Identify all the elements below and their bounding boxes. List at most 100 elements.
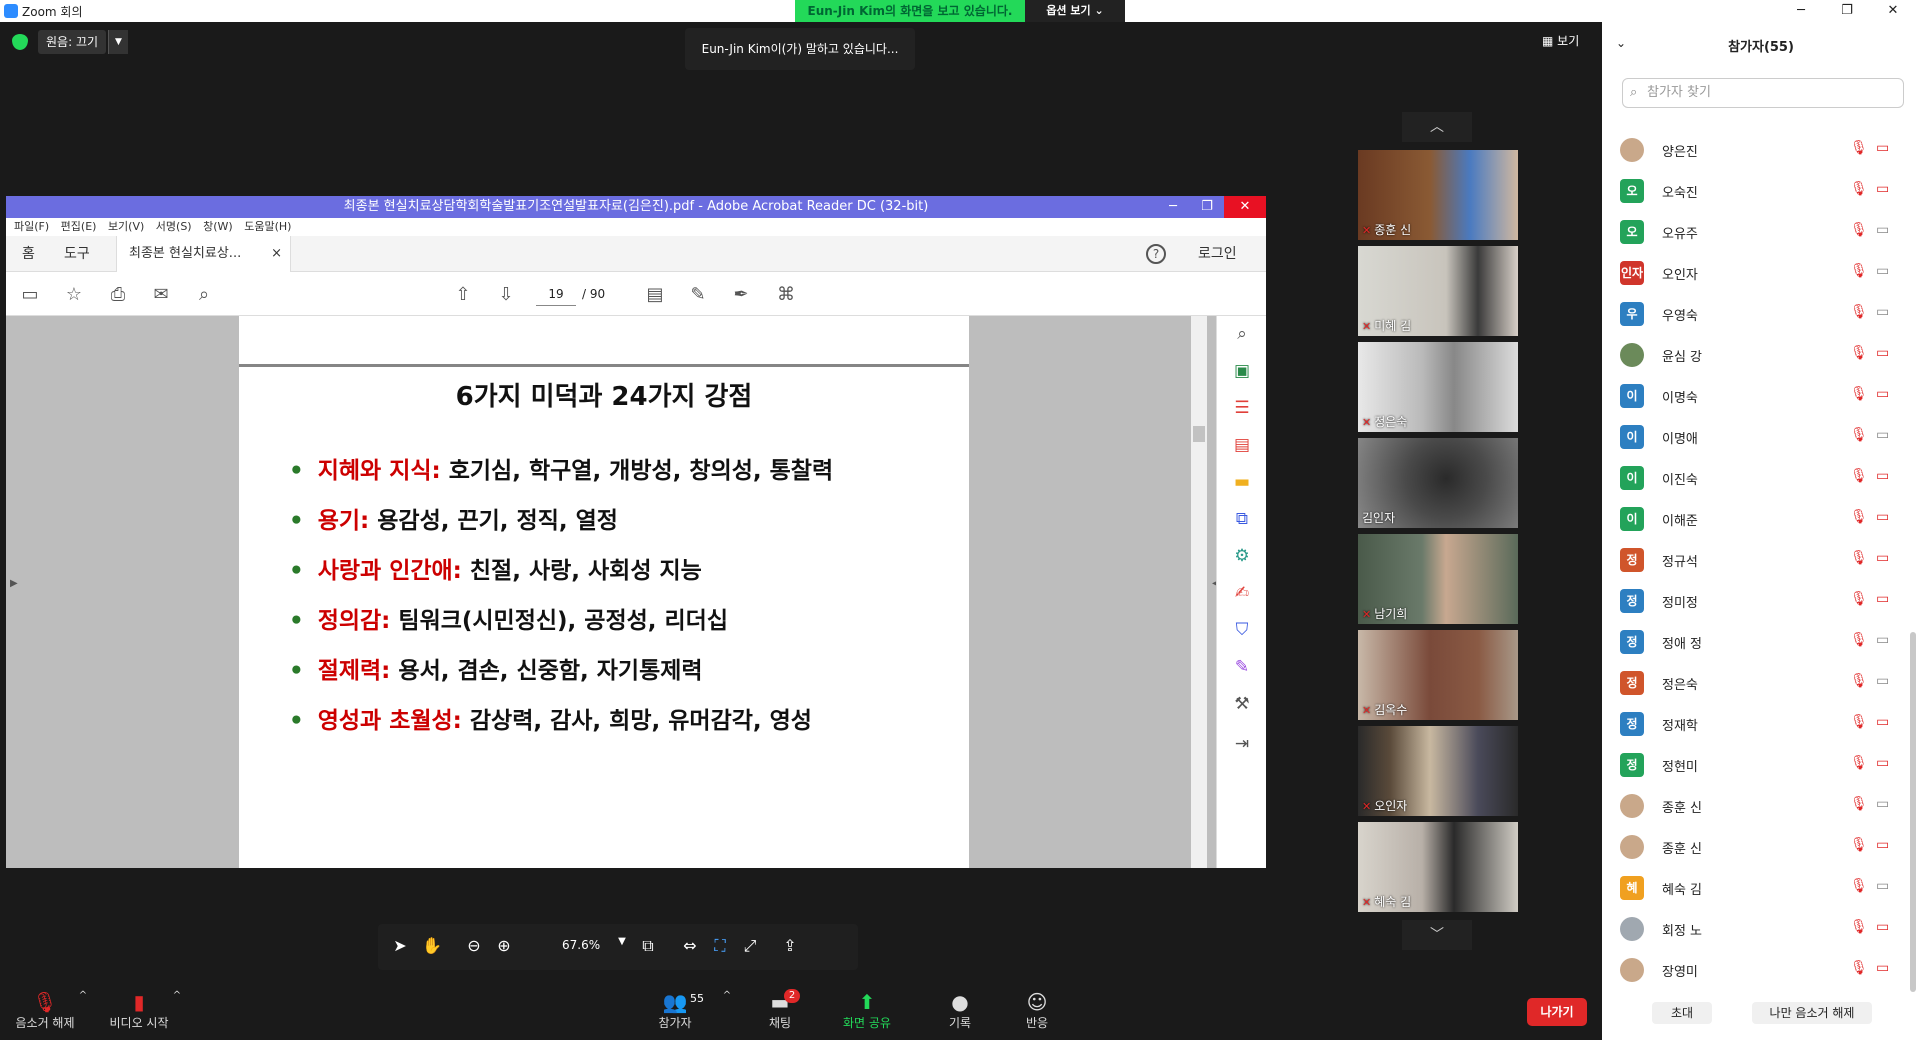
acrobat-close-icon[interactable]: ✕ bbox=[1224, 196, 1266, 218]
minimize-button[interactable]: ─ bbox=[1778, 0, 1824, 22]
video-tile[interactable]: ✕ 미혜 김 bbox=[1358, 246, 1518, 336]
menu-help[interactable]: 도움말(H) bbox=[244, 220, 291, 233]
comment-icon[interactable]: ▤ bbox=[643, 284, 667, 306]
tab-close-icon[interactable]: × bbox=[271, 236, 282, 272]
save-icon[interactable]: ▭ bbox=[18, 284, 42, 306]
acrobat-minimize-icon[interactable]: ─ bbox=[1156, 196, 1190, 218]
tab-tools[interactable]: 도구 bbox=[52, 236, 102, 272]
page-view-icon[interactable]: ⧉ bbox=[636, 936, 660, 958]
page-down-icon[interactable]: ⇩ bbox=[494, 284, 518, 306]
security-shield-icon[interactable] bbox=[12, 34, 28, 50]
login-button[interactable]: 로그인 bbox=[1186, 236, 1249, 272]
participant-row[interactable]: 이 이명숙 🎙 ▭ bbox=[1602, 376, 1902, 417]
participant-row[interactable]: 윤심 강 🎙 ▭ bbox=[1602, 335, 1902, 376]
more-tools-icon[interactable]: ⚒ bbox=[1230, 694, 1254, 716]
participant-row[interactable]: 정 정규석 🎙 ▭ bbox=[1602, 540, 1902, 581]
participant-row[interactable]: 오 오유주 🎙 ▭ bbox=[1602, 212, 1902, 253]
participant-list-scrollbar[interactable] bbox=[1910, 632, 1916, 992]
select-cursor-icon[interactable]: ➤ bbox=[388, 936, 412, 958]
share-screen-button[interactable]: ⬆ 화면 공유 bbox=[832, 990, 902, 1031]
participant-search-input[interactable]: 참가자 찾기 bbox=[1622, 78, 1904, 108]
fit-width-icon[interactable]: ⇔ bbox=[678, 936, 702, 958]
combine-files-icon[interactable]: ⧉ bbox=[1230, 509, 1254, 531]
hand-tool-icon[interactable]: ✋ bbox=[420, 936, 444, 958]
share-upload-icon[interactable]: ⇪ bbox=[778, 936, 802, 958]
page-up-icon[interactable]: ⇧ bbox=[451, 284, 475, 306]
participant-row[interactable]: 이 이해준 🎙 ▭ bbox=[1602, 499, 1902, 540]
help-icon[interactable]: ? bbox=[1146, 244, 1166, 264]
participant-row[interactable]: 종훈 신 🎙 ▭ bbox=[1602, 786, 1902, 827]
tab-document[interactable]: 최종본 현실치료상... × bbox=[116, 236, 291, 272]
invite-button[interactable]: 초대 bbox=[1652, 1002, 1712, 1024]
video-tile[interactable]: ✕ 혜숙 김 bbox=[1358, 822, 1518, 912]
video-tile[interactable]: ✕ 정은숙 bbox=[1358, 342, 1518, 432]
video-tile[interactable]: ✕ 종훈 신 bbox=[1358, 150, 1518, 240]
acrobat-restore-icon[interactable]: ❐ bbox=[1190, 196, 1224, 218]
zoom-out-icon[interactable]: ⊖ bbox=[462, 936, 486, 958]
participant-row[interactable]: 혜 혜숙 김 🎙 ▭ bbox=[1602, 868, 1902, 909]
participant-row[interactable]: 우 우영숙 🎙 ▭ bbox=[1602, 294, 1902, 335]
participant-row[interactable]: 회정 노 🎙 ▭ bbox=[1602, 909, 1902, 950]
zoom-caret-icon[interactable]: ▼ bbox=[610, 936, 634, 958]
video-tile[interactable]: ✕ 남기희 bbox=[1358, 534, 1518, 624]
menu-sign[interactable]: 서명(S) bbox=[156, 220, 192, 233]
participant-row[interactable]: 정 정은숙 🎙 ▭ bbox=[1602, 663, 1902, 704]
thumbnails-scroll-down-icon[interactable]: ﹀ bbox=[1402, 920, 1472, 950]
export-pdf-icon[interactable]: ▤ bbox=[1230, 435, 1254, 457]
organize-pages-icon[interactable]: ☰ bbox=[1230, 398, 1254, 420]
participant-row[interactable]: 이 이진숙 🎙 ▭ bbox=[1602, 458, 1902, 499]
email-icon[interactable]: ✉ bbox=[149, 284, 173, 306]
sign-icon[interactable]: ✒ bbox=[729, 284, 753, 306]
full-screen-icon[interactable]: ⤢ bbox=[738, 936, 762, 958]
scroll-thumb[interactable] bbox=[1193, 426, 1205, 442]
protect-icon[interactable]: ⛉ bbox=[1230, 620, 1254, 642]
unmute-me-button[interactable]: 나만 음소거 해제 bbox=[1752, 1002, 1872, 1024]
tab-home[interactable]: 홈 bbox=[10, 236, 47, 272]
video-tile[interactable]: ✕ 김옥수 bbox=[1358, 630, 1518, 720]
participant-row[interactable]: 정 정현미 🎙 ▭ bbox=[1602, 745, 1902, 786]
highlight-pen-icon[interactable]: ✎ bbox=[686, 284, 710, 306]
fit-page-icon[interactable]: ⛶ bbox=[708, 936, 732, 958]
page-number-input[interactable]: 19 bbox=[536, 282, 576, 306]
view-button[interactable]: ▦ 보기 bbox=[1542, 32, 1579, 49]
video-options-caret[interactable]: ^ bbox=[170, 990, 184, 1001]
participants-options-caret[interactable]: ^ bbox=[720, 990, 734, 1001]
collapse-panel-icon[interactable]: ⇥ bbox=[1230, 734, 1254, 756]
fill-sign-tool-icon[interactable]: ✍ bbox=[1230, 583, 1254, 605]
participant-row[interactable]: 종훈 신 🎙 ▭ bbox=[1602, 827, 1902, 868]
menu-view[interactable]: 보기(V) bbox=[108, 220, 144, 233]
document-viewer[interactable]: ▶ 6가지 미덕과 24가지 강점 • 지혜와 지식: 호기심, 학구열, 개방성… bbox=[6, 316, 1220, 970]
left-panel-toggle-icon[interactable]: ▶ bbox=[10, 578, 18, 589]
record-button[interactable]: ● 기록 bbox=[935, 990, 985, 1031]
participant-row[interactable]: 정 정미정 🎙 ▭ bbox=[1602, 581, 1902, 622]
vertical-scrollbar[interactable] bbox=[1191, 316, 1207, 868]
participant-row[interactable]: 인자 오인자 🎙 ▭ bbox=[1602, 253, 1902, 294]
zoom-level[interactable]: 67.6% bbox=[562, 938, 600, 952]
fill-sign-icon[interactable]: ⌘ bbox=[774, 284, 798, 306]
view-options-button[interactable]: 옵션 보기 ⌄ bbox=[1025, 0, 1125, 22]
participant-row[interactable]: 정 정애 정 🎙 ▭ bbox=[1602, 622, 1902, 663]
close-button[interactable]: ✕ bbox=[1870, 0, 1916, 22]
maximize-button[interactable]: ❐ bbox=[1824, 0, 1870, 22]
participant-row[interactable]: 양은진 🎙 ▭ bbox=[1602, 130, 1902, 171]
search-icon[interactable]: ⌕ bbox=[192, 284, 216, 306]
comment-tool-icon[interactable]: ▬ bbox=[1230, 472, 1254, 494]
leave-button[interactable]: 나가기 bbox=[1527, 998, 1587, 1026]
video-tile[interactable]: 김인자 bbox=[1358, 438, 1518, 528]
menu-file[interactable]: 파일(F) bbox=[14, 220, 49, 233]
print-icon[interactable]: ⎙ bbox=[106, 284, 130, 306]
participant-row[interactable]: 이 이명애 🎙 ▭ bbox=[1602, 417, 1902, 458]
reactions-button[interactable]: ☺ 반응 bbox=[1012, 990, 1062, 1031]
menu-edit[interactable]: 편집(E) bbox=[61, 220, 97, 233]
video-tile[interactable]: ✕ 오인자 bbox=[1358, 726, 1518, 816]
original-sound-button[interactable]: 원음: 끄기 bbox=[38, 30, 107, 54]
zoom-in-icon[interactable]: ⊕ bbox=[492, 936, 516, 958]
thumbnails-scroll-up-icon[interactable]: ︿ bbox=[1402, 112, 1472, 142]
participant-row[interactable]: 정 정재학 🎙 ▭ bbox=[1602, 704, 1902, 745]
scan-ocr-icon[interactable]: ⚙ bbox=[1230, 546, 1254, 568]
participant-row[interactable]: 장영미 🎙 ▭ bbox=[1602, 950, 1902, 991]
zoom-search-icon[interactable]: ⌕ bbox=[1230, 324, 1254, 346]
menu-window[interactable]: 창(W) bbox=[203, 220, 233, 233]
original-sound-caret[interactable]: ▼ bbox=[108, 30, 128, 54]
participant-row[interactable]: 오 오숙진 🎙 ▭ bbox=[1602, 171, 1902, 212]
